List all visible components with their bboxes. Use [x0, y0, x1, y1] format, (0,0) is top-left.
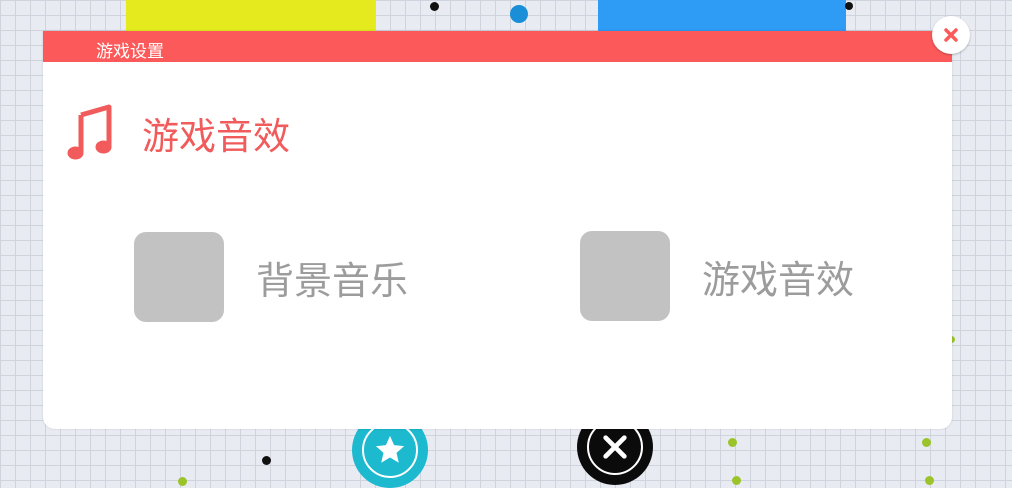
music-note-icon — [67, 104, 112, 160]
background-dot — [262, 456, 271, 465]
background-music-label: 背景音乐 — [256, 258, 409, 303]
close-button[interactable] — [932, 16, 970, 54]
background-dot — [510, 5, 528, 23]
settings-dialog: 游戏设置 游戏音效 背景音乐 游戏音效 — [43, 31, 952, 429]
star-button-ring — [362, 422, 418, 478]
background-dot — [728, 438, 737, 447]
background-music-option[interactable]: 背景音乐 — [134, 232, 408, 322]
game-sound-checkbox[interactable] — [580, 231, 670, 321]
dialog-header: 游戏设置 — [43, 31, 952, 62]
section-title: 游戏音效 — [142, 115, 290, 158]
game-sound-label: 游戏音效 — [702, 257, 855, 302]
game-sound-option[interactable]: 游戏音效 — [580, 231, 854, 321]
x-icon — [603, 435, 627, 459]
background-dot — [845, 2, 853, 10]
background-dot — [430, 2, 439, 11]
dialog-title: 游戏设置 — [96, 42, 164, 62]
close-icon — [944, 28, 958, 42]
background-dot — [922, 438, 931, 447]
background-dot — [925, 476, 934, 485]
background-music-checkbox[interactable] — [134, 232, 224, 322]
star-icon — [375, 435, 405, 463]
background-dot — [732, 476, 741, 485]
